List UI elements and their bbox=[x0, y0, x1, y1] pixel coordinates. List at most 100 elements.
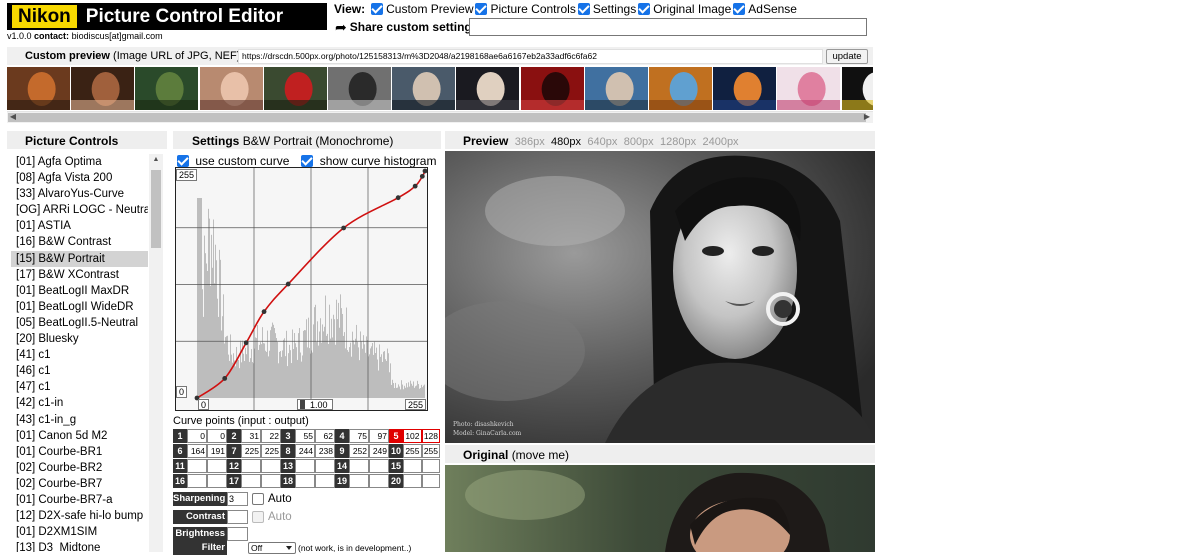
curve-point-input[interactable]: 75 bbox=[349, 429, 369, 443]
brightness-input[interactable] bbox=[227, 527, 248, 541]
curve-point-output[interactable] bbox=[315, 459, 335, 473]
picture-control-item[interactable]: [01] BeatLogII MaxDR bbox=[11, 283, 148, 299]
curve-point-input[interactable] bbox=[187, 459, 207, 473]
curve-point-output[interactable]: 238 bbox=[315, 444, 335, 458]
curve-point-number[interactable]: 20 bbox=[389, 474, 403, 488]
curve-point-number[interactable]: 6 bbox=[173, 444, 187, 458]
thumbnail-image[interactable] bbox=[71, 67, 135, 110]
thumbnail-image[interactable] bbox=[649, 67, 712, 110]
thumbnail-image[interactable] bbox=[7, 67, 70, 110]
sharpening-auto-checkbox[interactable] bbox=[252, 493, 264, 505]
curve-point-handle[interactable] bbox=[341, 225, 347, 231]
thumbnail-image[interactable] bbox=[199, 67, 263, 110]
curve-point-number[interactable]: 17 bbox=[227, 474, 241, 488]
sharpening-input[interactable]: 3 bbox=[227, 492, 248, 506]
picture-control-item[interactable]: [33] AlvaroYus-Curve bbox=[11, 186, 148, 202]
contrast-auto-checkbox[interactable] bbox=[252, 511, 264, 523]
view-original-image-checkbox[interactable] bbox=[638, 3, 651, 15]
curve-point-output[interactable]: 249 bbox=[369, 444, 389, 458]
curve-point-handle[interactable] bbox=[412, 183, 418, 189]
picture-controls-list[interactable]: [01] Agfa Optima [08] Agfa Vista 200 [33] … bbox=[11, 154, 148, 552]
curve-point-number[interactable]: 8 bbox=[281, 444, 295, 458]
curve-point-number[interactable]: 7 bbox=[227, 444, 241, 458]
custom-preview-url-input[interactable]: https://drscdn.500px.org/photo/125158313… bbox=[238, 49, 823, 64]
curve-point-output[interactable] bbox=[315, 474, 335, 488]
curve-point-output[interactable]: 62 bbox=[315, 429, 335, 443]
curve-point-input[interactable]: 225 bbox=[241, 444, 261, 458]
curve-point-handle[interactable] bbox=[422, 168, 427, 174]
original-image[interactable] bbox=[445, 465, 875, 552]
gamma-slider[interactable]: 1.00 bbox=[297, 399, 333, 410]
curve-point-number[interactable]: 12 bbox=[227, 459, 241, 473]
picture-control-item[interactable]: [47] c1 bbox=[11, 379, 148, 395]
curve-point-output[interactable]: 191 bbox=[207, 444, 227, 458]
curve-point-output[interactable]: 97 bbox=[369, 429, 389, 443]
share-settings-input[interactable] bbox=[469, 18, 867, 36]
gamma-slider-handle[interactable] bbox=[300, 400, 305, 409]
picture-control-item[interactable]: [01] Canon 5d M2 bbox=[11, 428, 148, 444]
picture-control-item[interactable]: [01] D2XM1SIM bbox=[11, 524, 148, 540]
curve-point-handle[interactable] bbox=[261, 309, 267, 315]
curve-point-output[interactable]: 22 bbox=[261, 429, 281, 443]
picture-control-item[interactable]: [13] D3_Midtone bbox=[11, 540, 148, 552]
use-custom-curve-label[interactable]: use custom curve bbox=[195, 154, 289, 168]
picture-control-item[interactable]: [12] D2X-safe hi-lo bump bbox=[11, 508, 148, 524]
curve-point-output[interactable]: 128 bbox=[421, 429, 440, 443]
curve-point-handle[interactable] bbox=[419, 173, 425, 179]
curve-point-input[interactable] bbox=[187, 474, 207, 488]
curve-point-number[interactable]: 13 bbox=[281, 459, 295, 473]
picture-control-item[interactable]: [15] B&W Portrait bbox=[11, 250, 148, 267]
curve-point-output[interactable] bbox=[421, 474, 440, 488]
curve-point-number[interactable]: 19 bbox=[335, 474, 349, 488]
view-settings-label[interactable]: Settings bbox=[593, 2, 636, 16]
curve-point-output[interactable] bbox=[261, 459, 281, 473]
picture-control-item[interactable]: [20] Bluesky bbox=[11, 331, 148, 347]
curve-point-input[interactable] bbox=[295, 474, 315, 488]
thumbnail-image[interactable] bbox=[713, 67, 777, 110]
curve-point-output[interactable] bbox=[207, 459, 227, 473]
curve-point-output[interactable] bbox=[261, 474, 281, 488]
curve-point-input[interactable] bbox=[403, 474, 422, 488]
picture-control-item[interactable]: [02] Courbe-BR2 bbox=[11, 460, 148, 476]
curve-point-output[interactable]: 225 bbox=[261, 444, 281, 458]
use-custom-curve-checkbox[interactable] bbox=[177, 155, 189, 167]
show-histogram-checkbox[interactable] bbox=[301, 155, 314, 167]
picture-control-item[interactable]: [01] BeatLogII WideDR bbox=[11, 299, 148, 315]
view-custom-preview-label[interactable]: Custom Preview bbox=[386, 2, 473, 16]
curve-point-number[interactable]: 16 bbox=[173, 474, 187, 488]
picture-control-item[interactable]: [43] c1-in_g bbox=[11, 412, 148, 428]
curve-point-input[interactable] bbox=[295, 459, 315, 473]
curve-point-number[interactable]: 18 bbox=[281, 474, 295, 488]
curve-point-number[interactable]: 9 bbox=[335, 444, 349, 458]
curve-point-number[interactable]: 5 bbox=[389, 429, 403, 443]
picture-control-item[interactable]: [01] Courbe-BR1 bbox=[11, 444, 148, 460]
picture-control-item[interactable]: [42] c1-in bbox=[11, 395, 148, 411]
curve-point-input[interactable]: 31 bbox=[241, 429, 261, 443]
curve-point-handle[interactable] bbox=[243, 340, 249, 346]
show-histogram-label[interactable]: show curve histogram bbox=[320, 154, 437, 168]
preview-size-800[interactable]: 800px bbox=[624, 136, 654, 148]
curve-point-input[interactable]: 164 bbox=[187, 444, 207, 458]
curve-point-output[interactable]: 255 bbox=[421, 444, 440, 458]
curve-point-number[interactable]: 3 bbox=[281, 429, 295, 443]
curve-point-handle[interactable] bbox=[285, 281, 291, 287]
thumbnail-image[interactable] bbox=[520, 67, 584, 110]
curve-point-input[interactable]: 102 bbox=[403, 429, 422, 443]
preview-size-386[interactable]: 386px bbox=[515, 136, 545, 148]
thumbnail-image[interactable] bbox=[263, 67, 327, 110]
thumbnail-image[interactable] bbox=[584, 67, 648, 110]
view-picture-controls-label[interactable]: Picture Controls bbox=[490, 2, 575, 16]
picture-controls-scrollbar-thumb[interactable] bbox=[151, 170, 161, 248]
curve-point-number[interactable]: 1 bbox=[173, 429, 187, 443]
preview-size-480[interactable]: 480px bbox=[551, 136, 581, 148]
thumbnail-image[interactable] bbox=[777, 67, 841, 110]
picture-control-item[interactable]: [05] BeatLogII.5-Neutral bbox=[11, 315, 148, 331]
view-picture-controls-checkbox[interactable] bbox=[475, 3, 488, 15]
view-settings-checkbox[interactable] bbox=[577, 3, 590, 15]
curve-point-number[interactable]: 4 bbox=[335, 429, 349, 443]
picture-control-item[interactable]: [02] Courbe-BR7 bbox=[11, 476, 148, 492]
curve-point-input[interactable]: 252 bbox=[349, 444, 369, 458]
input-black-point[interactable]: 0 bbox=[198, 399, 210, 410]
update-button[interactable]: update bbox=[826, 49, 868, 64]
scroll-right-icon[interactable]: ▶ bbox=[861, 111, 873, 123]
